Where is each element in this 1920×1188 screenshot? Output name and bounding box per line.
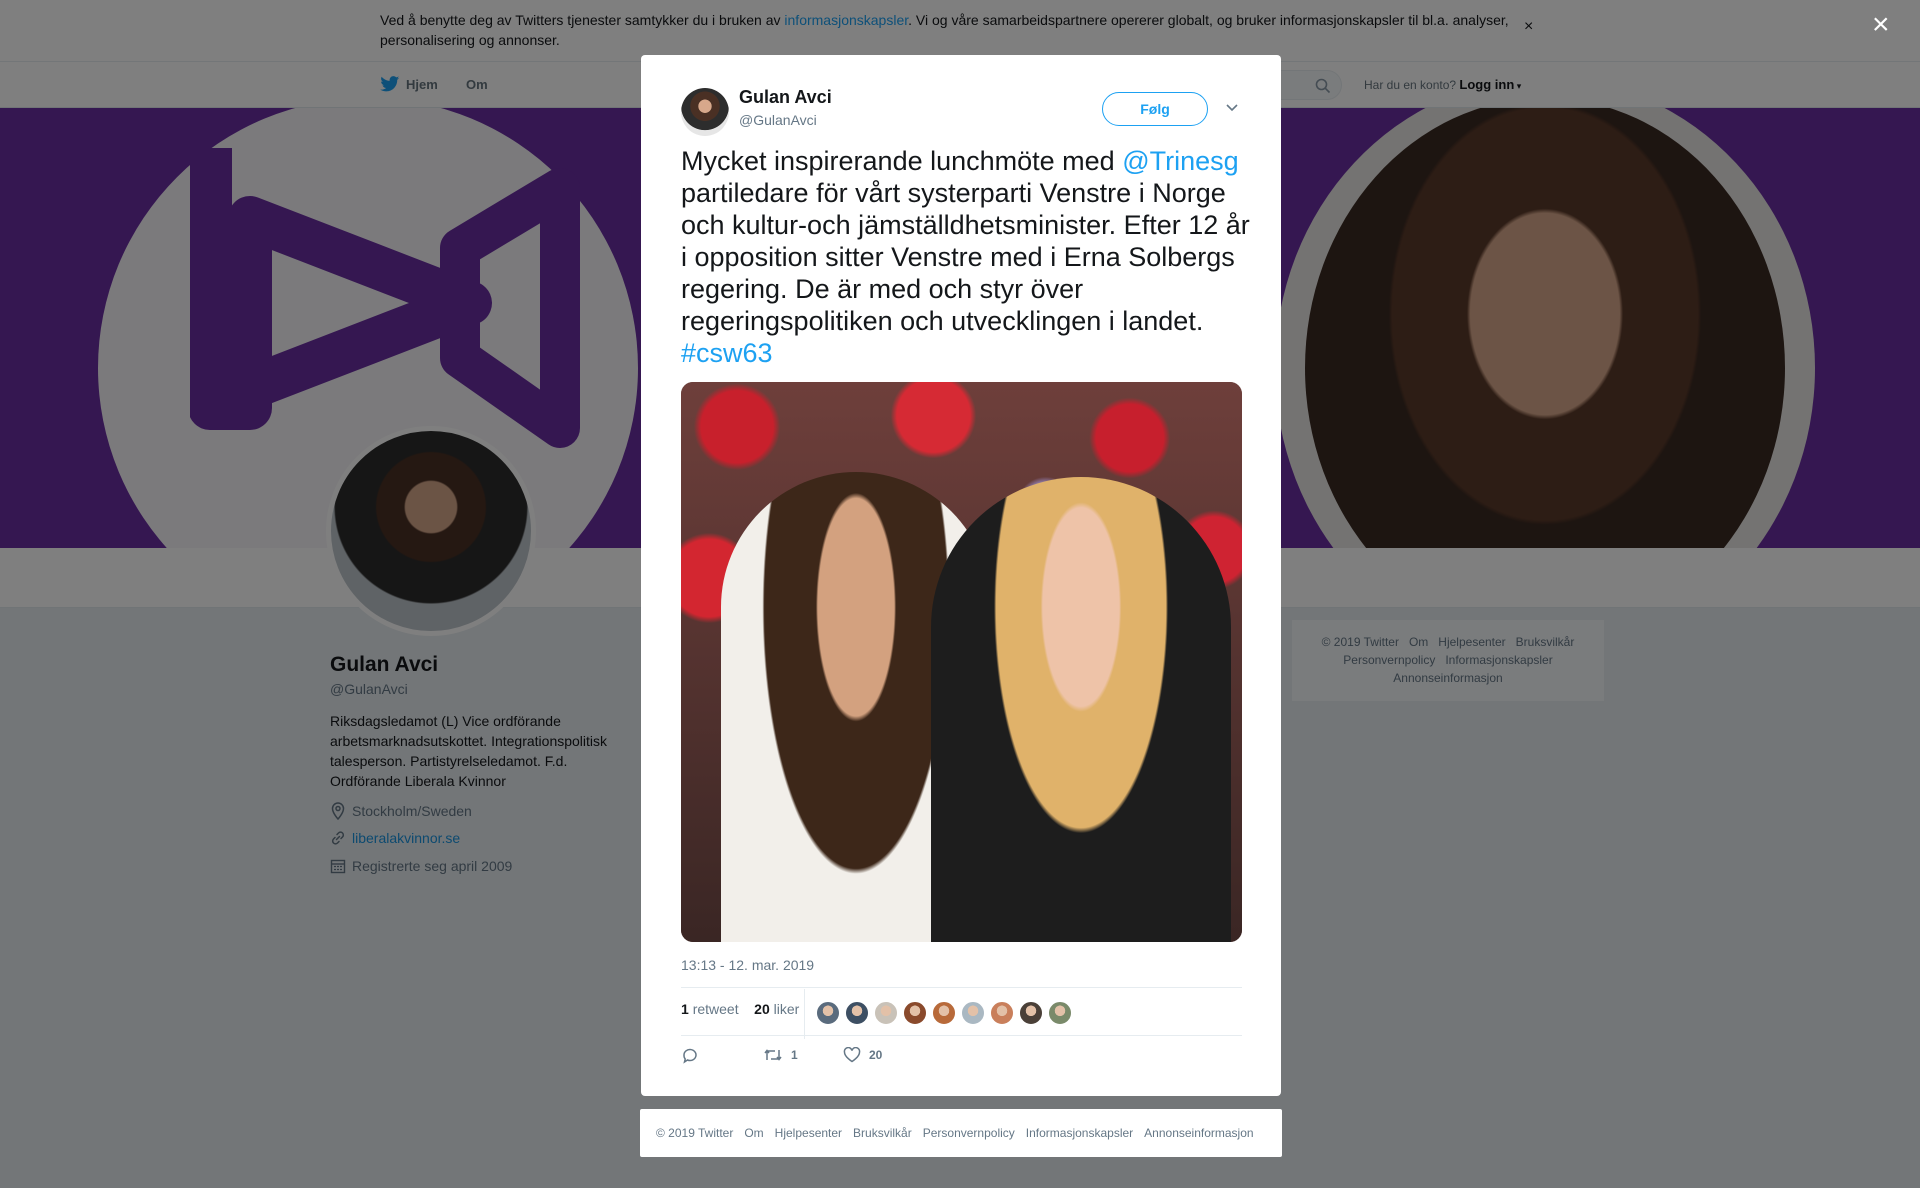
overlay-close-button[interactable]: ×	[1872, 10, 1890, 40]
tweet-author-name[interactable]: Gulan Avci	[739, 87, 832, 108]
follow-button[interactable]: Følg	[1102, 92, 1208, 126]
retweet-button[interactable]: 1	[763, 1047, 798, 1063]
tweet-modal: Gulan Avci @GulanAvci Følg Mycket inspir…	[641, 55, 1281, 1096]
liker-avatar[interactable]	[874, 1001, 898, 1025]
retweet-action-count: 1	[791, 1048, 798, 1062]
like-count[interactable]: 20	[754, 1001, 770, 1017]
liker-avatar[interactable]	[816, 1001, 840, 1025]
divider	[804, 989, 805, 1039]
footer-ads-info-link[interactable]: Annonseinformasjon	[1144, 1126, 1253, 1140]
heart-icon	[843, 1047, 861, 1063]
tweet-author-handle[interactable]: @GulanAvci	[739, 112, 817, 128]
tweet-photo[interactable]	[681, 382, 1242, 942]
divider	[681, 987, 1242, 988]
footer-copyright: © 2019 Twitter	[656, 1126, 734, 1140]
chevron-down-icon[interactable]	[1225, 103, 1239, 113]
modal-footer: © 2019 Twitter Om Hjelpesenter Bruksvilk…	[640, 1109, 1282, 1157]
reply-icon	[683, 1048, 697, 1064]
footer-about-link[interactable]: Om	[744, 1126, 763, 1140]
tweet-text-part-1: Mycket inspirerande lunchmöte med	[681, 146, 1123, 176]
tweet-timestamp[interactable]: 13:13 - 12. mar. 2019	[681, 957, 814, 973]
photo-person-right	[931, 477, 1231, 942]
divider	[681, 1035, 1242, 1036]
liker-avatars	[816, 1001, 1072, 1025]
footer-terms-link[interactable]: Bruksvilkår	[853, 1126, 912, 1140]
like-label[interactable]: liker	[774, 1001, 800, 1017]
footer-cookies-link[interactable]: Informasjonskapsler	[1026, 1126, 1133, 1140]
liker-avatar[interactable]	[961, 1001, 985, 1025]
tweet-mention-link[interactable]: @Trinesg	[1122, 146, 1238, 176]
retweet-icon	[764, 1049, 782, 1061]
like-action-count: 20	[869, 1048, 883, 1062]
retweet-label[interactable]: retweet	[693, 1001, 739, 1017]
tweet-stats: 1 retweet 20 liker	[681, 1001, 799, 1017]
liker-avatar[interactable]	[903, 1001, 927, 1025]
liker-avatar[interactable]	[990, 1001, 1014, 1025]
retweet-count[interactable]: 1	[681, 1001, 689, 1017]
tweet-actions: 1 20	[681, 1047, 981, 1069]
tweet-text: Mycket inspirerande lunchmöte med @Trine…	[681, 145, 1251, 369]
footer-privacy-link[interactable]: Personvernpolicy	[923, 1126, 1015, 1140]
liker-avatar[interactable]	[1019, 1001, 1043, 1025]
tweet-text-part-2: partiledare för vårt systerparti Venstre…	[681, 178, 1250, 336]
liker-avatar[interactable]	[845, 1001, 869, 1025]
tweet-hashtag-link[interactable]: #csw63	[681, 338, 773, 368]
footer-help-link[interactable]: Hjelpesenter	[775, 1126, 842, 1140]
liker-avatar[interactable]	[1048, 1001, 1072, 1025]
reply-button[interactable]	[681, 1047, 699, 1065]
like-button[interactable]: 20	[843, 1047, 882, 1063]
liker-avatar[interactable]	[932, 1001, 956, 1025]
tweet-author-avatar[interactable]	[681, 88, 729, 136]
